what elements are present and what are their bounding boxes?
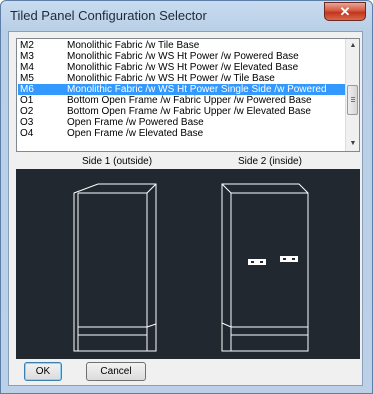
scroll-down-icon[interactable]: ▼ <box>346 137 359 151</box>
item-description: Open Frame /w Powered Base <box>67 117 204 128</box>
item-code: M5 <box>20 73 34 84</box>
panel-drawing <box>73 183 309 352</box>
list-item[interactable]: M2 Monolithic Fabric /w Tile Base <box>18 40 345 51</box>
item-code: M6 <box>20 84 34 95</box>
item-code: O3 <box>20 117 34 128</box>
cancel-button[interactable]: Cancel <box>86 362 146 381</box>
item-description: Monolithic Fabric /w WS Ht Power /w Elev… <box>67 62 299 73</box>
side2-label: Side 2 (inside) <box>238 156 302 167</box>
panel-preview <box>16 169 360 359</box>
grip-line <box>351 97 355 98</box>
grip-line <box>351 99 355 100</box>
item-description: Bottom Open Frame /w Fabric Upper /w Pow… <box>67 95 312 106</box>
configuration-list[interactable]: M2 Monolithic Fabric /w Tile Base M3 Mon… <box>16 38 360 152</box>
item-code: M2 <box>20 40 34 51</box>
scroll-thumb[interactable] <box>347 85 358 115</box>
item-code: O4 <box>20 128 34 139</box>
list-item[interactable]: O3 Open Frame /w Powered Base <box>18 117 345 128</box>
grip-line <box>351 101 355 102</box>
item-code: M3 <box>20 51 34 62</box>
scroll-up-icon[interactable]: ▲ <box>346 39 359 53</box>
item-description: Bottom Open Frame /w Fabric Upper /w Ele… <box>67 106 311 117</box>
list-item[interactable]: O2 Bottom Open Frame /w Fabric Upper /w … <box>18 106 345 117</box>
side1-label: Side 1 (outside) <box>82 156 153 167</box>
window-title: Tiled Panel Configuration Selector <box>10 8 207 23</box>
item-description: Monolithic Fabric /w Tile Base <box>67 40 200 51</box>
list-item[interactable]: M3 Monolithic Fabric /w WS Ht Power /w P… <box>18 51 345 62</box>
outlet-left <box>248 259 266 265</box>
item-code: O1 <box>20 95 34 106</box>
side2-panel-outline <box>221 183 309 352</box>
item-description: Monolithic Fabric /w WS Ht Power Single … <box>67 84 327 95</box>
vertical-scrollbar[interactable]: ▲ ▼ <box>345 39 359 151</box>
list-item[interactable]: O1 Bottom Open Frame /w Fabric Upper /w … <box>18 95 345 106</box>
item-description: Open Frame /w Elevated Base <box>67 128 204 139</box>
power-outlets <box>248 256 298 265</box>
item-description: Monolithic Fabric /w WS Ht Power /w Tile… <box>67 73 275 84</box>
item-code: O2 <box>20 106 34 117</box>
ok-button[interactable]: OK <box>24 362 62 381</box>
title-bar[interactable]: Tiled Panel Configuration Selector ✕ <box>1 1 372 31</box>
close-button[interactable]: ✕ <box>324 2 366 21</box>
side1-panel-outline <box>73 183 157 352</box>
list-item[interactable]: M4 Monolithic Fabric /w WS Ht Power /w E… <box>18 62 345 73</box>
outlet-right <box>280 256 298 262</box>
list-item[interactable]: M5 Monolithic Fabric /w WS Ht Power /w T… <box>18 73 345 84</box>
close-icon: ✕ <box>339 4 351 19</box>
list-item-selected[interactable]: M6 Monolithic Fabric /w WS Ht Power Sing… <box>18 84 345 95</box>
item-description: Monolithic Fabric /w WS Ht Power /w Powe… <box>67 51 299 62</box>
item-code: M4 <box>20 62 34 73</box>
list-item[interactable]: O4 Open Frame /w Elevated Base <box>18 128 345 139</box>
